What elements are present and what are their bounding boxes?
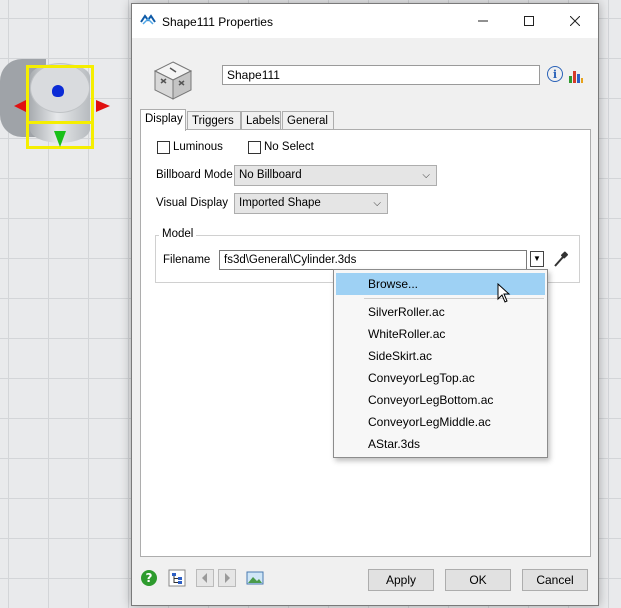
chevron-down-icon: ⌵ (373, 198, 381, 209)
maximize-button[interactable] (506, 4, 552, 38)
tab-display[interactable]: Display (140, 109, 186, 131)
filename-label: Filename (163, 254, 211, 266)
visual-display-select[interactable]: Imported Shape ⌵ (234, 193, 388, 214)
cube-shape-icon (153, 61, 193, 100)
statistics-chart-icon[interactable] (568, 66, 584, 84)
help-icon[interactable]: ? (140, 569, 158, 587)
previous-arrow-icon[interactable] (196, 569, 214, 587)
viewport-selected-cylinder[interactable] (0, 55, 120, 155)
z-axis-handle[interactable] (52, 85, 64, 97)
menu-item-file[interactable]: SilverRoller.ac (336, 301, 545, 323)
billboard-mode-select[interactable]: No Billboard ⌵ (234, 165, 437, 186)
ok-button[interactable]: OK (445, 569, 511, 591)
no-select-checkbox[interactable] (248, 141, 261, 154)
tab-general[interactable]: General (282, 111, 334, 130)
billboard-mode-value: No Billboard (239, 169, 302, 181)
menu-item-browse[interactable]: Browse... (336, 273, 545, 295)
tree-view-icon[interactable] (168, 569, 186, 587)
luminous-checkbox[interactable] (157, 141, 170, 154)
image-icon[interactable] (246, 569, 264, 587)
menu-item-file[interactable]: ConveyorLegTop.ac (336, 367, 545, 389)
chevron-down-icon: ⌵ (422, 170, 430, 181)
filename-dropdown-menu: Browse... SilverRoller.ac WhiteRoller.ac… (333, 269, 548, 458)
luminous-label: Luminous (173, 141, 223, 153)
tab-triggers[interactable]: Triggers (187, 111, 241, 130)
filename-dropdown-button[interactable]: ▼ (530, 251, 544, 267)
menu-item-file[interactable]: SideSkirt.ac (336, 345, 545, 367)
mouse-cursor-icon (497, 283, 511, 303)
svg-text:?: ? (146, 571, 153, 585)
close-icon (570, 16, 580, 26)
no-select-label: No Select (264, 141, 314, 153)
x-axis-arrow-right[interactable] (96, 100, 110, 112)
menu-item-file[interactable]: ConveyorLegMiddle.ac (336, 411, 545, 433)
object-name-input[interactable]: Shape111 (222, 65, 540, 85)
minimize-icon (478, 20, 488, 22)
y-axis-arrow[interactable] (54, 131, 66, 147)
model-group-title: Model (159, 228, 197, 240)
menu-separator (364, 298, 544, 299)
next-arrow-icon[interactable] (218, 569, 236, 587)
window-title: Shape111 Properties (162, 15, 273, 29)
menu-item-file[interactable]: WhiteRoller.ac (336, 323, 545, 345)
menu-item-file[interactable]: AStar.3ds (336, 433, 545, 455)
flexsim-logo-icon (140, 14, 156, 25)
tab-labels[interactable]: Labels (241, 111, 281, 130)
visual-display-label: Visual Display (156, 197, 229, 209)
info-icon[interactable]: i (547, 66, 563, 82)
visual-display-value: Imported Shape (239, 197, 321, 209)
eyedropper-icon[interactable] (553, 250, 569, 268)
minimize-button[interactable] (460, 4, 506, 38)
close-button[interactable] (552, 4, 598, 38)
menu-item-file[interactable]: ConveyorLegBottom.ac (336, 389, 545, 411)
apply-button[interactable]: Apply (368, 569, 434, 591)
maximize-icon (524, 16, 534, 26)
billboard-mode-label: Billboard Mode (156, 169, 233, 181)
cancel-button[interactable]: Cancel (522, 569, 588, 591)
title-bar[interactable]: Shape111 Properties (132, 4, 598, 38)
selection-box-line (26, 121, 94, 124)
x-axis-arrow-left[interactable] (14, 100, 26, 112)
filename-input[interactable]: fs3d\General\Cylinder.3ds (219, 250, 527, 270)
